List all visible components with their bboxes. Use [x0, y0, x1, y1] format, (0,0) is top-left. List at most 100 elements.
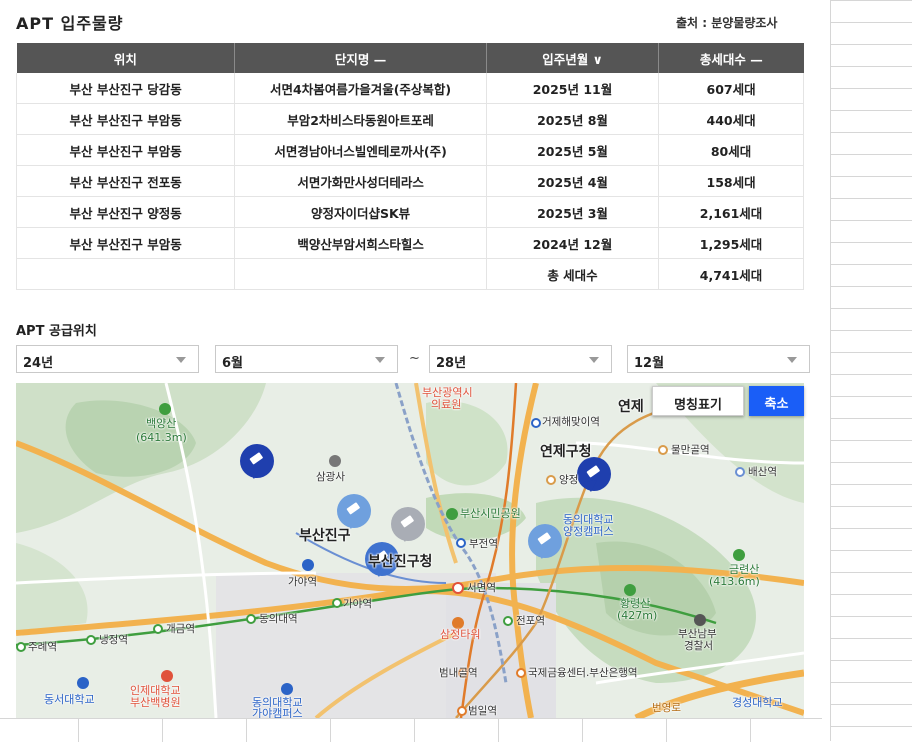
grid-line — [830, 154, 912, 155]
table-header-row: 위치 단지명 — 입주년월 ∨ 총세대수 — — [16, 43, 804, 73]
map-label: 물만골역 — [671, 444, 710, 456]
table-row: 부산 부산진구 부암동 부암2차비스타동원아트포레 2025년 8월 440세대 — [15, 103, 804, 135]
grid-line — [498, 719, 499, 742]
grid-line — [830, 352, 912, 353]
column-header-location[interactable]: 위치 — [16, 43, 236, 73]
table-row: 부산 부산진구 전포동 서면가화만사성더테라스 2025년 4월 158세대 — [15, 165, 804, 197]
grid-line — [830, 374, 912, 375]
cell-households: 158세대 — [658, 165, 804, 197]
map-label: 가야역 — [343, 598, 372, 610]
grid-line — [830, 440, 912, 441]
map-label: 배산역 — [748, 466, 777, 478]
cell-complex: 서면4차봄여름가을겨울(주상복합) — [234, 73, 487, 104]
map-label: 백양산 — [146, 417, 177, 430]
map-label: (427m) — [617, 609, 658, 622]
map-label: 국제금융센터.부산은행역 — [528, 667, 638, 679]
toggle-labels-button[interactable]: 명칭표기 — [652, 386, 744, 416]
grid-line — [830, 308, 912, 309]
map-label: 동의대역 — [259, 613, 298, 625]
grid-line — [246, 719, 247, 742]
grid-line — [830, 0, 831, 741]
column-header-households[interactable]: 총세대수 — — [658, 43, 804, 73]
cell-move-in: 2025년 3월 — [486, 196, 660, 228]
grid-line — [830, 242, 912, 243]
cell-complex: 백양산부암서희스타힐스 — [234, 227, 487, 259]
grid-line — [830, 132, 912, 133]
map-label: 양정 — [559, 474, 579, 486]
grid-line — [830, 528, 912, 529]
map-label: 부산남부 — [678, 628, 717, 640]
chevron-down-icon — [375, 357, 385, 363]
grid-line — [666, 719, 667, 742]
grid-line — [830, 264, 912, 265]
cell-households: 1,295세대 — [658, 227, 804, 259]
grid-line — [830, 198, 912, 199]
apt-pin[interactable] — [391, 507, 425, 542]
apt-supply-table: 위치 단지명 — 입주년월 ∨ 총세대수 — 부산 부산진구 당감동 서면4차봄… — [15, 43, 804, 290]
from-year-select[interactable]: 24년 — [16, 345, 199, 373]
map-label: 전포역 — [516, 615, 545, 627]
grid-line — [830, 726, 912, 727]
grid-line — [830, 506, 912, 507]
map-label: 거제해맞이역 — [542, 416, 600, 428]
supply-section-title: APT 공급위치 — [16, 324, 97, 339]
chevron-down-icon — [787, 357, 797, 363]
grid-line — [830, 22, 912, 23]
cell-location: 부산 부산진구 부암동 — [15, 134, 236, 166]
table-row: 부산 부산진구 당감동 서면4차봄여름가을겨울(주상복합) 2025년 11월 … — [15, 73, 804, 104]
grid-line — [830, 110, 912, 111]
map-label: 부산시민공원 — [460, 507, 521, 520]
apt-pin[interactable] — [577, 457, 611, 492]
grid-line — [830, 484, 912, 485]
grid-line — [330, 719, 331, 742]
page-title: APT 입주물량 — [16, 14, 124, 33]
table-row: 부산 부산진구 부암동 서면경남아너스빌엔테로까사(주) 2025년 5월 80… — [15, 134, 804, 166]
map-label: (413.6m) — [709, 575, 760, 588]
to-month-select[interactable]: 12월 — [627, 345, 810, 373]
map-label: 경성대학교 — [732, 696, 783, 709]
cell-location: 부산 부산진구 부암동 — [15, 103, 236, 135]
column-header-move-in[interactable]: 입주년월 ∨ — [486, 43, 660, 73]
map-label: 주례역 — [28, 641, 57, 653]
from-year-value: 24년 — [23, 356, 54, 371]
apt-pin[interactable] — [240, 444, 274, 479]
grid-line — [830, 330, 912, 331]
cell-move-in: 2025년 4월 — [486, 165, 660, 197]
cell-move-in: 2025년 5월 — [486, 134, 660, 166]
map-label: 부산진구청 — [368, 554, 433, 570]
map-label: 가야역 — [288, 576, 317, 588]
to-year-select[interactable]: 28년 — [429, 345, 612, 373]
zoom-out-button[interactable]: 축소 — [749, 386, 804, 416]
map-label: 개금역 — [166, 623, 195, 635]
apt-pin[interactable] — [337, 494, 371, 529]
map-label: 부산진구 — [299, 528, 351, 544]
map-label: 양정캠퍼스 — [563, 525, 614, 538]
grid-line — [830, 176, 912, 177]
from-month-select[interactable]: 6월 — [215, 345, 398, 373]
map-label: 범일역 — [468, 705, 497, 717]
range-separator: ~ — [409, 351, 420, 366]
cell-complex: 부암2차비스타동원아트포레 — [234, 103, 487, 135]
column-header-complex[interactable]: 단지명 — — [234, 43, 487, 73]
map-view[interactable]: 백양산 (641.3m) 삼광사 부산진구 부산진구청 연제구청 연제 부산시민… — [16, 383, 804, 718]
cell-complex: 양정자이더샵SK뷰 — [234, 196, 487, 228]
cell-move-in: 2025년 11월 — [486, 73, 660, 104]
sheet-grid-right — [822, 0, 912, 741]
chevron-down-icon — [589, 357, 599, 363]
grid-line — [830, 638, 912, 639]
map-canvas — [16, 383, 804, 718]
total-value: 4,741세대 — [658, 258, 804, 290]
grid-line — [582, 719, 583, 742]
cell-location: 부산 부산진구 부암동 — [15, 227, 236, 259]
map-label: 동서대학교 — [44, 693, 95, 706]
grid-line — [830, 660, 912, 661]
grid-line — [830, 550, 912, 551]
grid-line — [750, 719, 751, 742]
cell-location: 부산 부산진구 양정동 — [15, 196, 236, 228]
grid-line — [830, 462, 912, 463]
source-caption: 출처 : 분양물량조사 — [676, 16, 778, 30]
cell-households: 440세대 — [658, 103, 804, 135]
map-label: 삼광사 — [316, 471, 345, 483]
cell-move-in: 2024년 12월 — [486, 227, 660, 259]
grid-line — [830, 704, 912, 705]
